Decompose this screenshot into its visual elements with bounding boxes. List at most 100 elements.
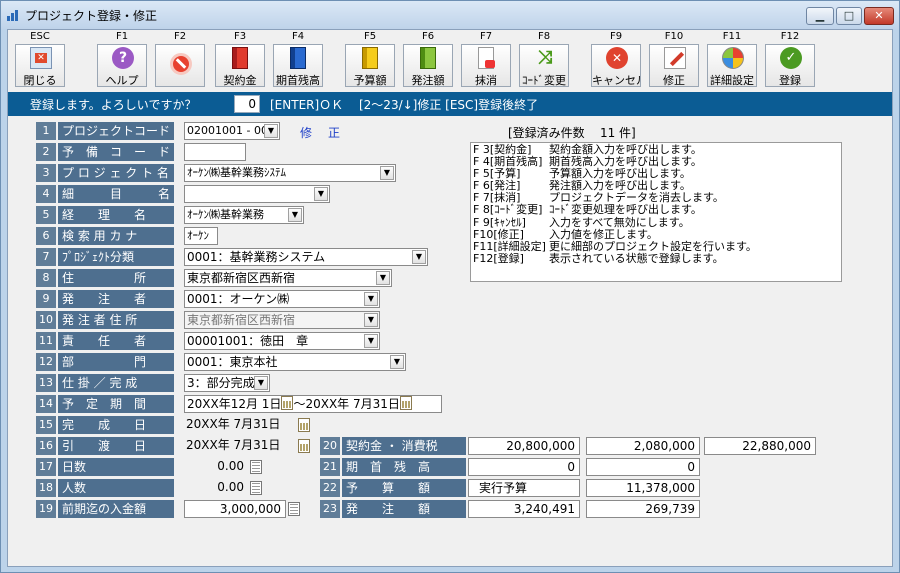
status-message: 登録します。よろしいですか？	[30, 98, 197, 112]
label-delivery-date: 引 渡 日	[58, 437, 174, 455]
order-amount-button[interactable]: 発注額	[403, 44, 453, 87]
label-accounting-name: 経 理 名	[58, 206, 174, 224]
project-name-select[interactable]: ｵｰｹﾝ㈱基幹業務ｼｽﾃﾑ ▼	[184, 164, 396, 182]
delete-button[interactable]: 抹消	[461, 44, 511, 87]
manager-select[interactable]: 00001001：徳田 章 ▼	[184, 332, 380, 350]
edit-button[interactable]: 修正	[649, 44, 699, 87]
row-number: 3	[36, 164, 56, 182]
shuffle-icon: ⤨	[537, 47, 553, 68]
prohibit-button[interactable]	[155, 44, 205, 87]
period-start-value[interactable]: 20XX年12月 1日	[187, 397, 281, 411]
close-button[interactable]: ✕	[864, 7, 894, 25]
calendar-icon[interactable]	[399, 396, 412, 410]
calculator-icon[interactable]	[250, 460, 262, 474]
row-number: 13	[36, 374, 56, 392]
search-kana-input[interactable]: ｵｰｹﾝ	[184, 227, 218, 245]
code-change-button[interactable]: ⤨ ｺｰﾄﾞ変更	[519, 44, 569, 87]
close-toolbar-button[interactable]: ✕ 閉じる	[15, 44, 65, 87]
chevron-down-icon[interactable]: ▼	[380, 166, 394, 180]
red-book-icon	[232, 47, 248, 69]
department-value: 0001：東京本社	[187, 355, 278, 369]
order-amount-field[interactable]: 3,240,491	[468, 500, 580, 518]
label-budget: 予 算 額	[342, 479, 466, 497]
calendar-icon[interactable]	[298, 418, 310, 432]
chevron-down-icon[interactable]: ▼	[376, 271, 390, 285]
persons-input[interactable]: 0.00	[184, 479, 248, 497]
chevron-down-icon[interactable]: ▼	[288, 208, 302, 222]
accounting-name-select[interactable]: ｵｰｹﾝ㈱基幹業務 ▼	[184, 206, 304, 224]
fk-f6: F6 発注額	[400, 30, 456, 92]
spare-code-input[interactable]	[184, 143, 246, 161]
help-line: F12[登録] 表示されている状態で登録します。	[473, 252, 839, 265]
orderer-select[interactable]: 0001：オーケン㈱ ▼	[184, 290, 380, 308]
chevron-down-icon[interactable]: ▼	[364, 313, 378, 327]
label-project-name: プ ロ ジ ェ ク ト 名	[58, 164, 174, 182]
label-orderer: 発 注 者	[58, 290, 174, 308]
manager-value: 00001001：徳田 章	[187, 334, 309, 348]
maximize-button[interactable]: □	[836, 7, 862, 25]
days-input[interactable]: 0.00	[184, 458, 248, 476]
app-chart-icon	[7, 9, 21, 21]
completion-status-select[interactable]: 3：部分完成 ▼	[184, 374, 270, 392]
detail-settings-button[interactable]: 詳細設定	[707, 44, 757, 87]
budget-button[interactable]: 予算額	[345, 44, 395, 87]
help-button[interactable]: ? ヘルプ	[97, 44, 147, 87]
cancel-button[interactable]: ✕ キャンセル	[591, 44, 641, 87]
mode-indicator: 修 正	[300, 126, 343, 140]
budget-amount-field[interactable]: 11,378,000	[586, 479, 700, 497]
address-select[interactable]: 東京都新宿区西新宿 ▼	[184, 269, 392, 287]
row-number: 11	[36, 332, 56, 350]
row-number: 10	[36, 311, 56, 329]
chevron-down-icon[interactable]: ▼	[314, 187, 328, 201]
close-window-icon: ✕	[30, 47, 52, 69]
registered-count-value: 11 件]	[599, 126, 636, 140]
application-window: プロジェクト登録・修正 ▁ □ ✕ ESC ✕ 閉じる F1 ? ヘルプ F2 …	[0, 0, 900, 573]
row-number: 4	[36, 185, 56, 203]
chevron-down-icon[interactable]: ▼	[412, 250, 426, 264]
row-number: 16	[36, 437, 56, 455]
confirm-input[interactable]: 0	[234, 95, 260, 113]
chevron-down-icon[interactable]: ▼	[364, 334, 378, 348]
row-number: 2	[36, 143, 56, 161]
department-select[interactable]: 0001：東京本社 ▼	[184, 353, 406, 371]
chevron-down-icon[interactable]: ▼	[264, 124, 278, 138]
contract-button[interactable]: 契約金	[215, 44, 265, 87]
opening-balance-field[interactable]: 0	[468, 458, 580, 476]
completion-date-field[interactable]: 20XX年 7月31日	[184, 416, 298, 434]
calendar-icon[interactable]	[281, 396, 294, 410]
delivery-date-field[interactable]: 20XX年 7月31日	[184, 437, 298, 455]
contract-amount-field[interactable]: 20,800,000	[468, 437, 580, 455]
opening-balance-button[interactable]: 期首残高	[273, 44, 323, 87]
check-icon: ✓	[780, 47, 802, 69]
row-number: 12	[36, 353, 56, 371]
delete-document-icon	[478, 47, 495, 69]
label-opening-balance: 期 首 残 高	[342, 458, 466, 476]
opening-balance-2-field[interactable]: 0	[586, 458, 700, 476]
label-spare-code: 予 備 コ ー ド	[58, 143, 174, 161]
contract-total-field[interactable]: 22,880,000	[704, 437, 816, 455]
prohibit-icon	[170, 53, 192, 75]
chevron-down-icon[interactable]: ▼	[364, 292, 378, 306]
chevron-down-icon[interactable]: ▼	[254, 376, 268, 390]
order-amount-2-field[interactable]: 269,739	[586, 500, 700, 518]
fk-key-label: F1	[115, 31, 129, 42]
help-text: 入力をすべて無効にします。	[549, 215, 690, 229]
register-button[interactable]: ✓ 登録	[765, 44, 815, 87]
orderer-address-select[interactable]: 東京都新宿区西新宿 ▼	[184, 311, 380, 329]
prior-receipts-input[interactable]: 3,000,000	[184, 500, 286, 518]
minimize-button[interactable]: ▁	[806, 7, 834, 25]
help-key: F 8[ｺｰﾄﾞ変更]	[473, 203, 543, 217]
chevron-down-icon[interactable]: ▼	[390, 355, 404, 369]
detail-name-select[interactable]: ▼	[184, 185, 330, 203]
project-code-select[interactable]: 02001001 - 00 ▼	[184, 122, 280, 140]
row-number: 20	[320, 437, 340, 455]
budget-type-field[interactable]: 実行予算	[468, 479, 580, 497]
calculator-icon[interactable]	[288, 502, 300, 516]
calculator-icon[interactable]	[250, 481, 262, 495]
consumption-tax-field[interactable]: 2,080,000	[586, 437, 700, 455]
label-days: 日数	[58, 458, 174, 476]
project-category-select[interactable]: 0001：基幹業務システム ▼	[184, 248, 428, 266]
period-end-value[interactable]: 20XX年 7月31日	[305, 397, 399, 411]
calendar-icon[interactable]	[298, 439, 310, 453]
row-number: 5	[36, 206, 56, 224]
